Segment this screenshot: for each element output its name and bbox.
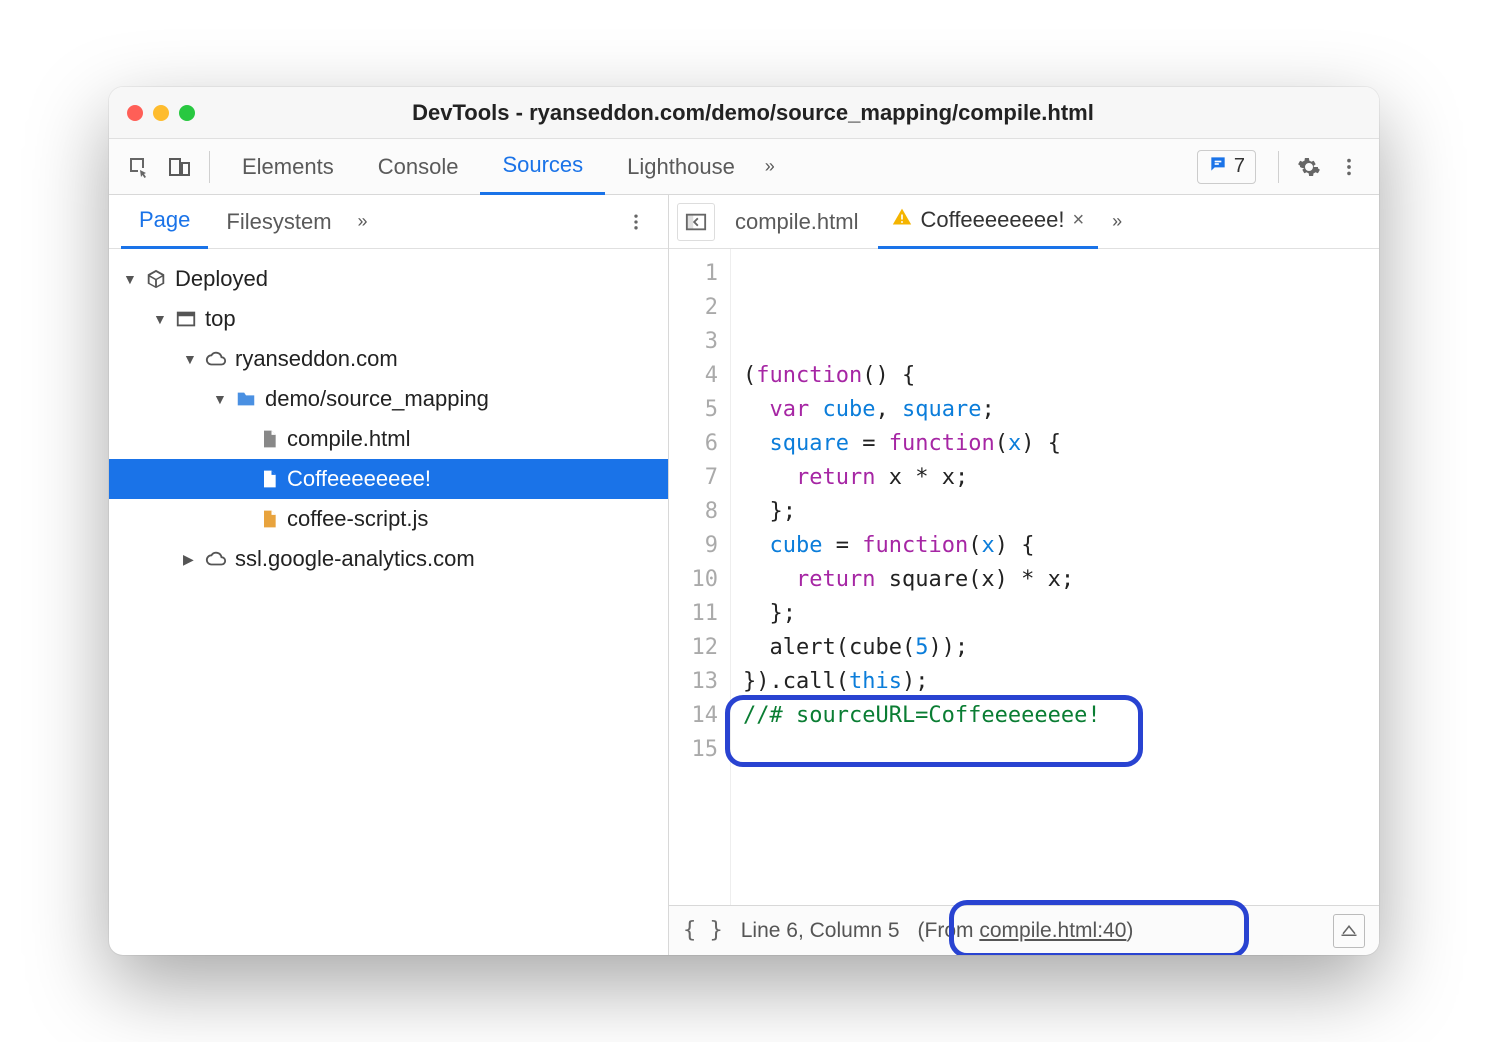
pretty-print-icon[interactable]: { }	[683, 918, 723, 943]
close-window-button[interactable]	[127, 105, 143, 121]
cloud-icon	[205, 348, 227, 370]
device-toolbar-icon[interactable]	[159, 147, 199, 187]
sources-body: Page Filesystem » ▼ Deployed ▼ top	[109, 195, 1379, 955]
source-from-link: compile.html:40	[979, 919, 1126, 942]
inspect-element-icon[interactable]	[119, 147, 159, 187]
close-tab-icon[interactable]: ×	[1072, 209, 1084, 232]
devtools-window: DevTools - ryanseddon.com/demo/source_ma…	[109, 87, 1379, 955]
issues-count: 7	[1234, 155, 1245, 178]
warning-icon	[892, 207, 912, 233]
panel-tabs: Elements Console Sources Lighthouse »	[220, 139, 1197, 195]
navigator-menu-icon[interactable]	[616, 202, 656, 242]
code-editor[interactable]: 123456789101112131415 (function() { var …	[669, 249, 1379, 905]
js-file-icon	[259, 508, 279, 530]
cloud-icon	[205, 548, 227, 570]
cube-icon	[145, 268, 167, 290]
navigator-tab-page[interactable]: Page	[121, 195, 208, 249]
more-tabs-button[interactable]: »	[757, 156, 783, 177]
tree-node-folder[interactable]: ▼ demo/source_mapping	[109, 379, 668, 419]
file-icon	[259, 468, 279, 490]
titlebar: DevTools - ryanseddon.com/demo/source_ma…	[109, 87, 1379, 139]
navigator-tab-filesystem[interactable]: Filesystem	[208, 195, 349, 249]
caret-right-icon: ▶	[183, 551, 197, 568]
editor-tab-coffee[interactable]: Coffeeeeeeee! ×	[878, 195, 1098, 249]
tree-file-compile[interactable]: compile.html	[109, 419, 668, 459]
caret-down-icon: ▼	[183, 351, 197, 367]
navigator-tabs: Page Filesystem »	[109, 195, 668, 249]
code-content[interactable]: (function() { var cube, square; square =…	[731, 249, 1379, 905]
tree-label: coffee-script.js	[287, 506, 428, 532]
separator	[1278, 151, 1279, 183]
editor-more-tabs[interactable]: »	[1104, 211, 1130, 232]
caret-down-icon: ▼	[153, 311, 167, 327]
editor-panel: compile.html Coffeeeeeeee! × » 123456789…	[669, 195, 1379, 955]
main-toolbar: Elements Console Sources Lighthouse » 7	[109, 139, 1379, 195]
tree-label: ryanseddon.com	[235, 346, 398, 372]
editor-tabs: compile.html Coffeeeeeeee! × »	[669, 195, 1379, 249]
file-tree: ▼ Deployed ▼ top ▼ ryanseddon.com ▼	[109, 249, 668, 955]
editor-statusbar: { } Line 6, Column 5 (From compile.html:…	[669, 905, 1379, 955]
cursor-position: Line 6, Column 5	[741, 919, 900, 943]
window-title: DevTools - ryanseddon.com/demo/source_ma…	[145, 100, 1361, 126]
source-from[interactable]: (From compile.html:40)	[918, 919, 1134, 943]
settings-icon[interactable]	[1289, 147, 1329, 187]
tree-label: Deployed	[175, 266, 268, 292]
issues-badge[interactable]: 7	[1197, 150, 1256, 184]
tree-node-deployed[interactable]: ▼ Deployed	[109, 259, 668, 299]
tab-console[interactable]: Console	[356, 139, 481, 195]
caret-down-icon: ▼	[123, 271, 137, 287]
caret-down-icon: ▼	[213, 391, 227, 407]
more-menu-icon[interactable]	[1329, 147, 1369, 187]
tree-label: compile.html	[287, 426, 410, 452]
tree-node-top[interactable]: ▼ top	[109, 299, 668, 339]
navigator-more-button[interactable]: »	[350, 211, 376, 232]
tree-file-coffee[interactable]: Coffeeeeeeee!	[109, 459, 668, 499]
line-gutter: 123456789101112131415	[669, 249, 731, 905]
tab-sources[interactable]: Sources	[480, 139, 605, 195]
issues-icon	[1208, 154, 1228, 180]
navigator-panel: Page Filesystem » ▼ Deployed ▼ top	[109, 195, 669, 955]
tree-label: Coffeeeeeeee!	[287, 466, 431, 492]
tree-file-coffeescript[interactable]: coffee-script.js	[109, 499, 668, 539]
toggle-navigator-icon[interactable]	[677, 203, 715, 241]
tab-label: compile.html	[735, 209, 858, 235]
frame-icon	[175, 308, 197, 330]
tab-elements[interactable]: Elements	[220, 139, 356, 195]
show-drawer-icon[interactable]	[1333, 914, 1365, 948]
folder-icon	[235, 388, 257, 410]
tree-node-analytics[interactable]: ▶ ssl.google-analytics.com	[109, 539, 668, 579]
file-icon	[259, 428, 279, 450]
editor-tab-compile[interactable]: compile.html	[721, 195, 872, 249]
tree-label: ssl.google-analytics.com	[235, 546, 475, 572]
tree-node-domain[interactable]: ▼ ryanseddon.com	[109, 339, 668, 379]
tab-lighthouse[interactable]: Lighthouse	[605, 139, 757, 195]
tree-label: top	[205, 306, 236, 332]
separator	[209, 151, 210, 183]
tab-label: Coffeeeeeeee!	[920, 207, 1064, 233]
tree-label: demo/source_mapping	[265, 386, 489, 412]
